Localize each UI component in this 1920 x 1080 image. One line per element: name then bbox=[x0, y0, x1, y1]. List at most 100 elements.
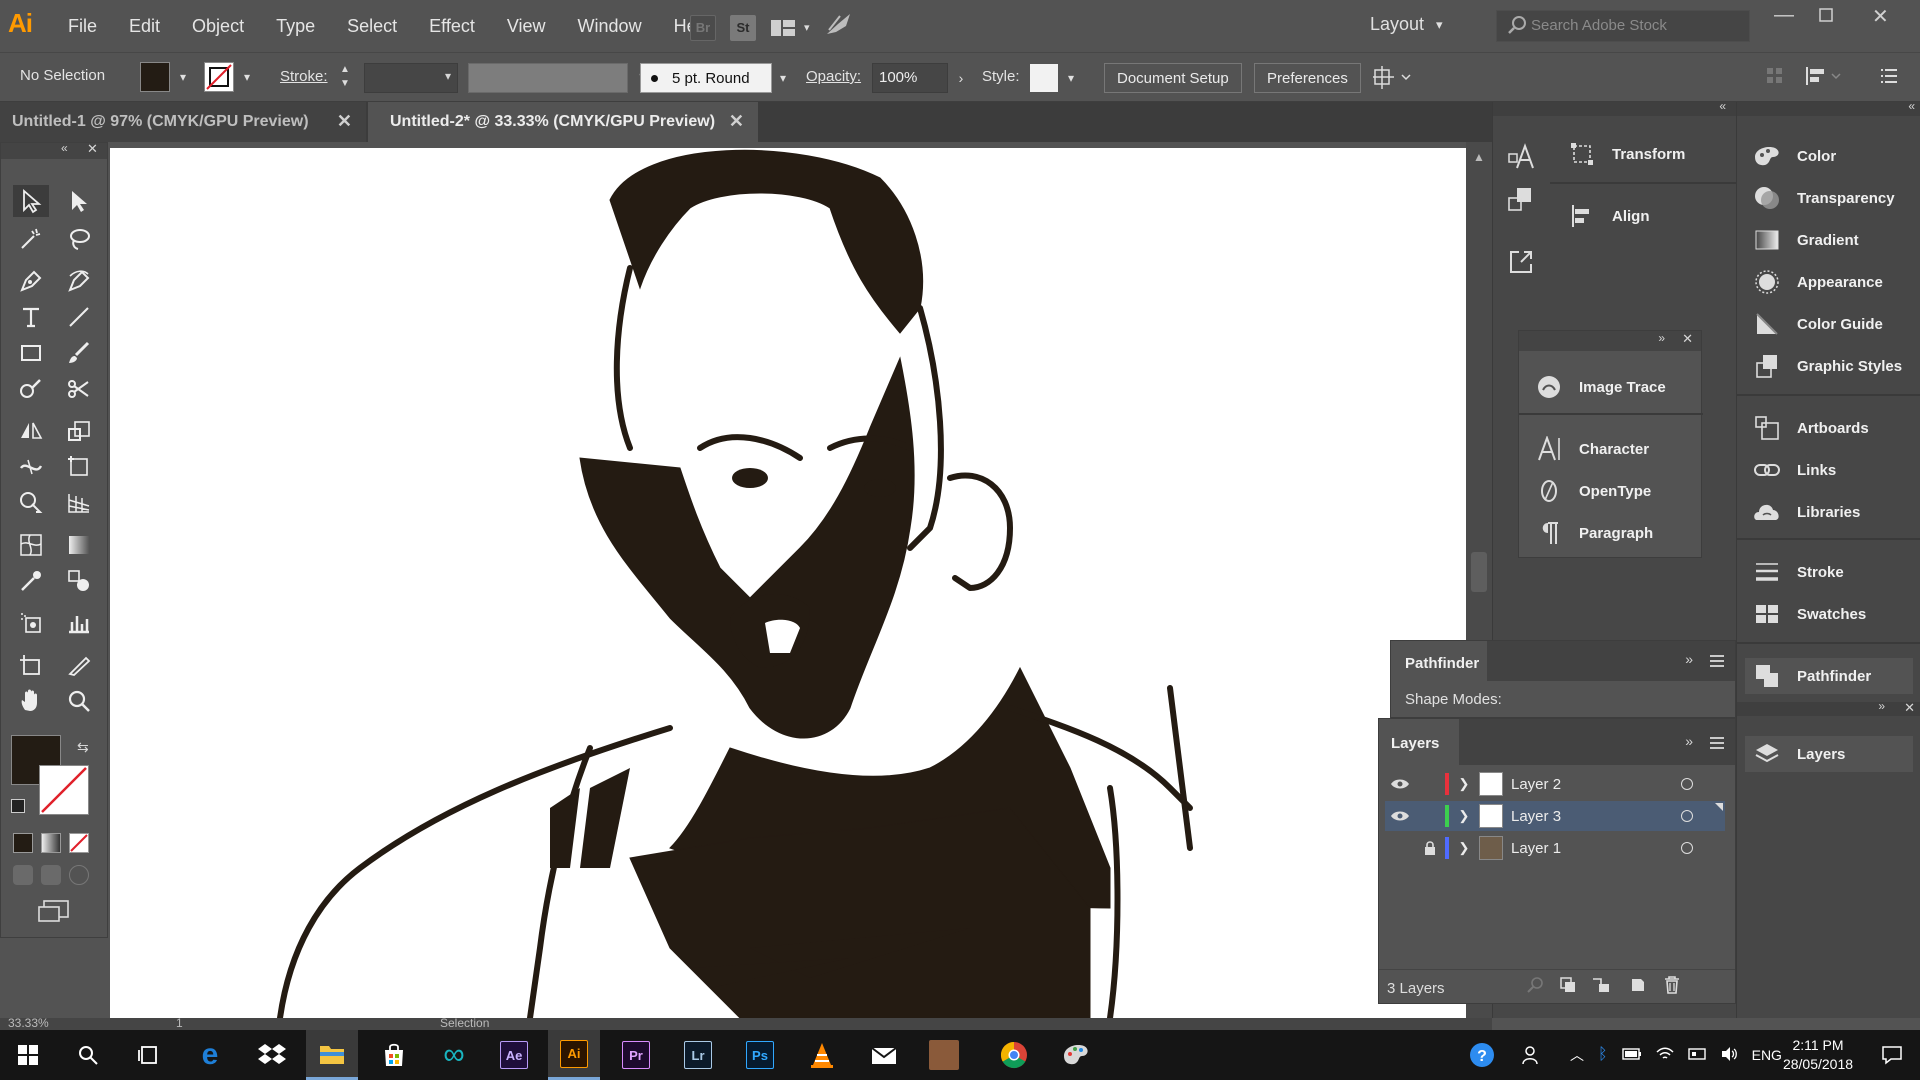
menu-select[interactable]: Select bbox=[331, 16, 413, 37]
floating-panel-header[interactable]: » ✕ bbox=[1519, 331, 1701, 351]
expand-layer-icon[interactable]: ❯ bbox=[1449, 776, 1479, 792]
slice-tool-icon[interactable] bbox=[61, 649, 97, 681]
artboards-panel-button[interactable]: Artboards bbox=[1753, 410, 1869, 446]
taskbar-illustrator[interactable]: Ai bbox=[548, 1030, 600, 1080]
selection-tool-icon[interactable] bbox=[13, 185, 49, 217]
character-panel-button[interactable]: Character bbox=[1535, 431, 1649, 467]
panel-menu-icon[interactable] bbox=[1709, 653, 1725, 673]
dock-header[interactable]: « bbox=[1550, 99, 1736, 116]
tools-panel-header[interactable]: « ✕ bbox=[1, 141, 107, 159]
taskbar-dropbox[interactable] bbox=[246, 1030, 298, 1080]
stock-button[interactable]: St bbox=[730, 14, 756, 41]
none-mode-icon[interactable] bbox=[69, 833, 89, 853]
menu-type[interactable]: Type bbox=[260, 16, 331, 37]
color-panel-button[interactable]: Color bbox=[1753, 138, 1836, 174]
collapse-icon[interactable]: « bbox=[1719, 99, 1726, 113]
collapse-icon[interactable]: « bbox=[1908, 99, 1915, 113]
swap-fill-stroke-icon[interactable]: ⇆ bbox=[77, 739, 89, 756]
transparency-panel-button[interactable]: Transparency bbox=[1753, 180, 1895, 216]
menu-object[interactable]: Object bbox=[176, 16, 260, 37]
fill-swatch[interactable] bbox=[140, 62, 170, 92]
battery-icon[interactable] bbox=[1621, 1047, 1642, 1063]
clipping-mask-icon[interactable] bbox=[1559, 976, 1577, 999]
hand-tool-icon[interactable] bbox=[13, 685, 49, 717]
scroll-thumb[interactable] bbox=[1471, 552, 1487, 592]
taskbar-edge[interactable]: e bbox=[184, 1030, 236, 1080]
taskbar-paint[interactable] bbox=[1050, 1030, 1102, 1080]
menu-view[interactable]: View bbox=[491, 16, 562, 37]
lasso-tool-icon[interactable] bbox=[61, 223, 97, 255]
taskbar-switch-icon[interactable] bbox=[1687, 1047, 1706, 1064]
transform-panel-button[interactable]: Transform bbox=[1568, 136, 1685, 172]
expand-layer-icon[interactable]: ❯ bbox=[1449, 840, 1479, 856]
screen-mode-icon[interactable] bbox=[37, 899, 71, 928]
distribute-icon[interactable] bbox=[1804, 65, 1844, 92]
new-sublayer-icon[interactable] bbox=[1591, 976, 1611, 999]
reflect-tool-icon[interactable] bbox=[13, 415, 49, 447]
people-tray-icon[interactable] bbox=[1522, 1030, 1552, 1080]
dock-header[interactable]: « bbox=[1737, 99, 1920, 116]
taskbar-lightroom[interactable]: Lr bbox=[672, 1030, 724, 1080]
artboard-tool-icon[interactable] bbox=[13, 649, 49, 681]
layers-tab[interactable]: Layers bbox=[1379, 719, 1459, 765]
close-tab-icon[interactable]: ✕ bbox=[337, 111, 352, 132]
menu-edit[interactable]: Edit bbox=[113, 16, 176, 37]
gpu-performance-icon[interactable] bbox=[824, 12, 854, 43]
target-circle-icon[interactable] bbox=[1681, 778, 1693, 790]
mesh-tool-icon[interactable] bbox=[13, 529, 49, 561]
gradient-tool-icon[interactable] bbox=[61, 529, 97, 561]
magic-wand-icon[interactable] bbox=[13, 223, 49, 255]
clock[interactable]: 2:11 PM 28/05/2018 bbox=[1768, 1030, 1868, 1080]
line-segment-tool-icon[interactable] bbox=[61, 301, 97, 333]
help-tray-icon[interactable]: ? bbox=[1462, 1030, 1502, 1080]
layer-row-layer-1[interactable]: ❯ Layer 1 bbox=[1385, 833, 1725, 863]
bridge-button[interactable]: Br bbox=[690, 14, 716, 41]
links-panel-button[interactable]: Links bbox=[1753, 452, 1836, 488]
shaper-tool-icon[interactable] bbox=[13, 373, 49, 405]
artboard-number[interactable]: 1 bbox=[176, 1016, 183, 1030]
column-graph-tool-icon[interactable] bbox=[61, 607, 97, 639]
draw-behind-icon[interactable] bbox=[41, 865, 61, 885]
appearance-panel-button[interactable]: Appearance bbox=[1753, 264, 1883, 300]
scissors-tool-icon[interactable] bbox=[61, 373, 97, 405]
chevron-up-icon[interactable]: ︿ bbox=[1570, 1045, 1584, 1065]
maximize-icon[interactable] bbox=[1818, 6, 1834, 29]
character-styles-icon[interactable] bbox=[1507, 142, 1535, 177]
close-panel-icon[interactable]: ✕ bbox=[1904, 700, 1915, 716]
lock-icon[interactable] bbox=[1415, 841, 1445, 855]
scroll-up-icon[interactable]: ▲ bbox=[1473, 150, 1485, 164]
delete-layer-icon[interactable] bbox=[1663, 975, 1681, 1000]
panel-menu-icon[interactable] bbox=[1880, 67, 1898, 90]
stroke-weight-stepper[interactable]: ▲ ▼ bbox=[340, 63, 350, 91]
gradient-panel-button[interactable]: Gradient bbox=[1753, 222, 1859, 258]
visibility-eye-icon[interactable] bbox=[1385, 778, 1415, 790]
eyedropper-tool-icon[interactable] bbox=[13, 565, 49, 597]
current-tool-status[interactable]: Selection bbox=[440, 1016, 489, 1030]
task-view-button[interactable] bbox=[122, 1030, 174, 1080]
collapse-icon[interactable]: « bbox=[61, 141, 68, 155]
direct-selection-tool-icon[interactable] bbox=[61, 185, 97, 217]
align-panel-button[interactable]: Align bbox=[1568, 198, 1650, 234]
stroke-dropdown[interactable]: ▾ bbox=[236, 62, 258, 92]
opacity-label[interactable]: Opacity: bbox=[806, 68, 861, 85]
volume-icon[interactable] bbox=[1720, 1046, 1738, 1065]
dock-header[interactable] bbox=[1493, 102, 1551, 116]
bluetooth-icon[interactable]: ᛒ bbox=[1598, 1046, 1608, 1064]
free-transform-tool-icon[interactable] bbox=[61, 451, 97, 483]
layer-row-layer-2[interactable]: ❯ Layer 2 bbox=[1385, 769, 1725, 799]
layer-name[interactable]: Layer 1 bbox=[1511, 840, 1661, 857]
zoom-level[interactable]: 33.33% bbox=[8, 1016, 49, 1030]
graphic-style-swatch[interactable] bbox=[1030, 64, 1058, 92]
opacity-field[interactable]: 100% bbox=[872, 63, 948, 93]
taskbar-after-effects[interactable]: Ae bbox=[488, 1030, 540, 1080]
workspace-switcher[interactable]: Layout ▾ bbox=[1370, 14, 1443, 35]
wifi-icon[interactable] bbox=[1656, 1047, 1674, 1064]
target-circle-icon[interactable] bbox=[1681, 810, 1693, 822]
search-button[interactable] bbox=[62, 1030, 114, 1080]
expand-layer-icon[interactable]: ❯ bbox=[1449, 808, 1479, 824]
artboard[interactable] bbox=[110, 148, 1466, 1018]
start-button[interactable] bbox=[2, 1030, 54, 1080]
opacity-arrow[interactable]: › bbox=[950, 63, 972, 93]
fill-dropdown[interactable]: ▾ bbox=[172, 62, 194, 92]
tab-untitled-2[interactable]: Untitled-2* @ 33.33% (CMYK/GPU Preview) … bbox=[368, 102, 758, 142]
